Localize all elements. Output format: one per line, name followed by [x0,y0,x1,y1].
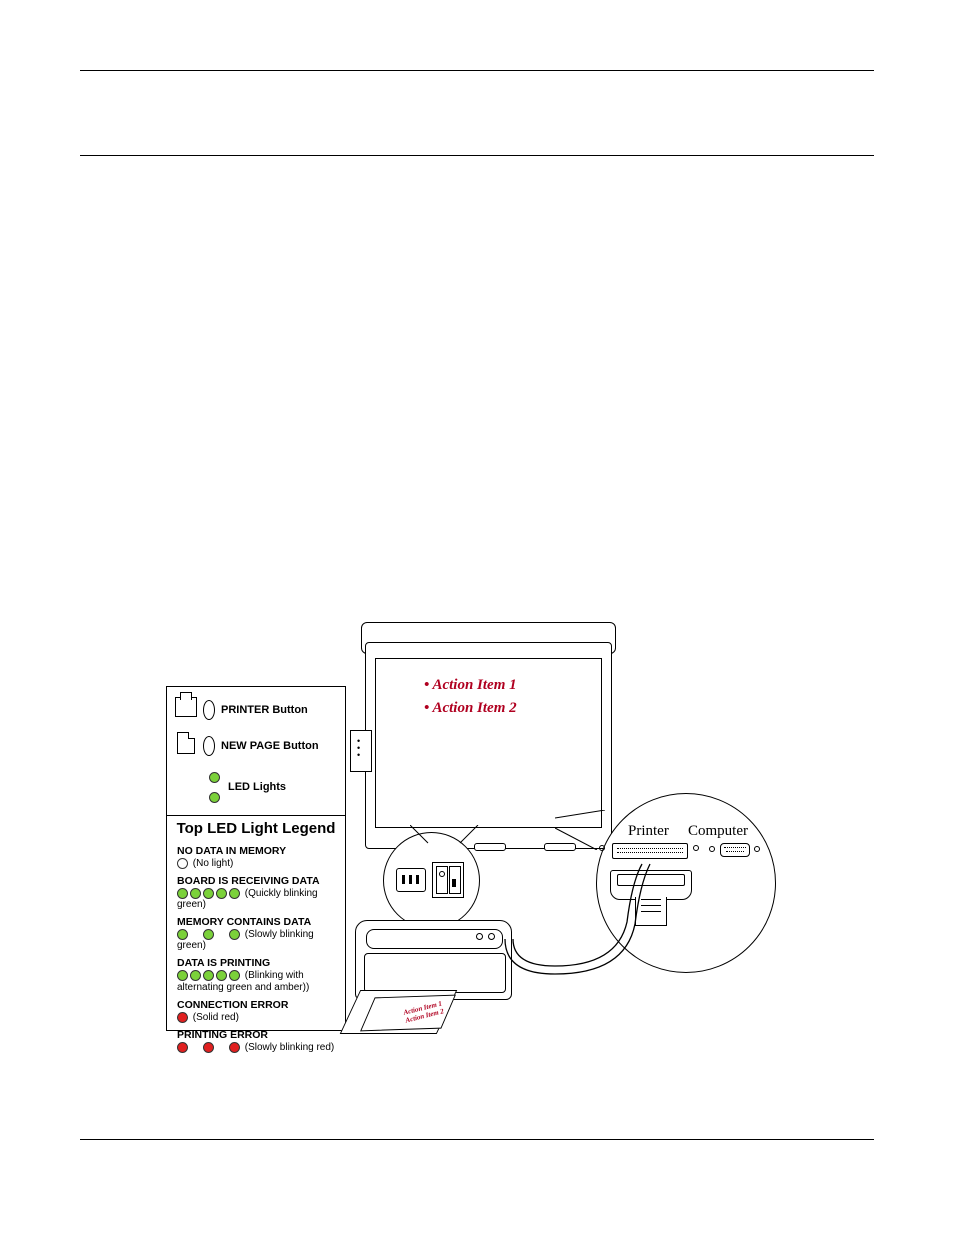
legend-state: BOARD IS RECEIVING DATA (Quickly blinkin… [173,875,339,910]
led-dot-icon [177,929,188,940]
led-dot-icon [203,1042,214,1053]
power-socket-icon [396,868,426,892]
led-dot-icon [209,792,220,803]
legend-states: NO DATA IN MEMORY (No light) BOARD IS REC… [173,845,339,1053]
whiteboard-screen: • Action Item 1 • Action Item 2 [375,658,602,828]
section-rule [80,155,874,156]
action-item-2: • Action Item 2 [424,700,601,717]
header-rule [80,70,874,71]
legend-title: Top LED Light Legend [173,820,339,837]
led-dot-icon [177,858,188,869]
printer-device [355,920,512,1000]
newpage-button-row: NEW PAGE Button [173,732,339,759]
legend-state-line: (No light) [177,858,339,869]
led-dot-icon [229,1042,240,1053]
legend-state-line: (Slowly blinking green) [177,929,339,951]
printer-cable [495,854,655,984]
screw-icon [709,846,715,852]
page-icon [177,732,195,754]
led-dot-icon [177,888,188,899]
legend-state-name: PRINTING ERROR [177,1029,339,1041]
board-side-panel [350,730,372,772]
printer-button-shape [203,700,215,720]
printer-port-label: Printer [628,823,669,840]
board-side-buttons: ••• [357,738,360,759]
screw-icon [693,845,699,851]
printer-icon [175,697,197,717]
legend-state-note: (Slowly blinking red) [242,1042,334,1053]
legend-state-name: MEMORY CONTAINS DATA [177,916,339,928]
led-dot-icon [190,970,201,981]
led-dot-icon [177,970,188,981]
newpage-button-label: NEW PAGE Button [221,740,319,752]
legend-state-name: CONNECTION ERROR [177,999,339,1011]
led-dot-icon [209,772,220,783]
led-dot-icon [216,970,227,981]
legend-state-note: (Slowly blinking green) [177,929,314,951]
led-dot-icon [203,970,214,981]
legend-state: DATA IS PRINTING (Blinking with alternat… [173,957,339,992]
zoom-line-power [410,825,490,845]
newpage-button-shape [203,736,215,756]
power-switch-icon [432,862,464,898]
printer-button-label: PRINTER Button [221,704,308,716]
legend-state-name: BOARD IS RECEIVING DATA [177,875,339,887]
legend-state-line: (Slowly blinking red) [177,1042,339,1053]
computer-port-label: Computer [688,823,748,840]
action-item-1: • Action Item 1 [424,677,601,694]
led-dot-icon [216,888,227,899]
footer-rule [80,1139,874,1140]
legend-state: MEMORY CONTAINS DATA (Slowly blinking gr… [173,916,339,951]
led-dot-icon [177,1042,188,1053]
legend-state-note: (Solid red) [190,1012,239,1023]
legend-state-line: (Blinking with alternating green and amb… [177,970,339,992]
legend-state-line: (Quickly blinking green) [177,888,339,910]
led-dot-icon [190,888,201,899]
legend-state: PRINTING ERROR (Slowly blinking red) [173,1029,339,1053]
zoom-line-connector [555,810,615,850]
legend-state: CONNECTION ERROR (Solid red) [173,999,339,1023]
printer-button-row: PRINTER Button [173,697,339,722]
serial-port-icon [720,843,750,857]
led-dot-icon [229,929,240,940]
led-lights-label: LED Lights [228,781,286,793]
led-legend-panel: PRINTER Button NEW PAGE Button LED Light… [166,686,346,1031]
legend-state-line: (Solid red) [177,1012,339,1023]
led-dot-icon [177,1012,188,1023]
led-lights-row: LED Lights [209,769,339,805]
legend-state-name: DATA IS PRINTING [177,957,339,969]
led-dot-icon [229,970,240,981]
screw-icon [754,846,760,852]
led-dot-icon [203,929,214,940]
legend-state-name: NO DATA IN MEMORY [177,845,339,857]
led-dot-icon [203,888,214,899]
legend-state: NO DATA IN MEMORY (No light) [173,845,339,869]
led-dot-icon [229,888,240,899]
legend-state-note: (No light) [190,858,233,869]
